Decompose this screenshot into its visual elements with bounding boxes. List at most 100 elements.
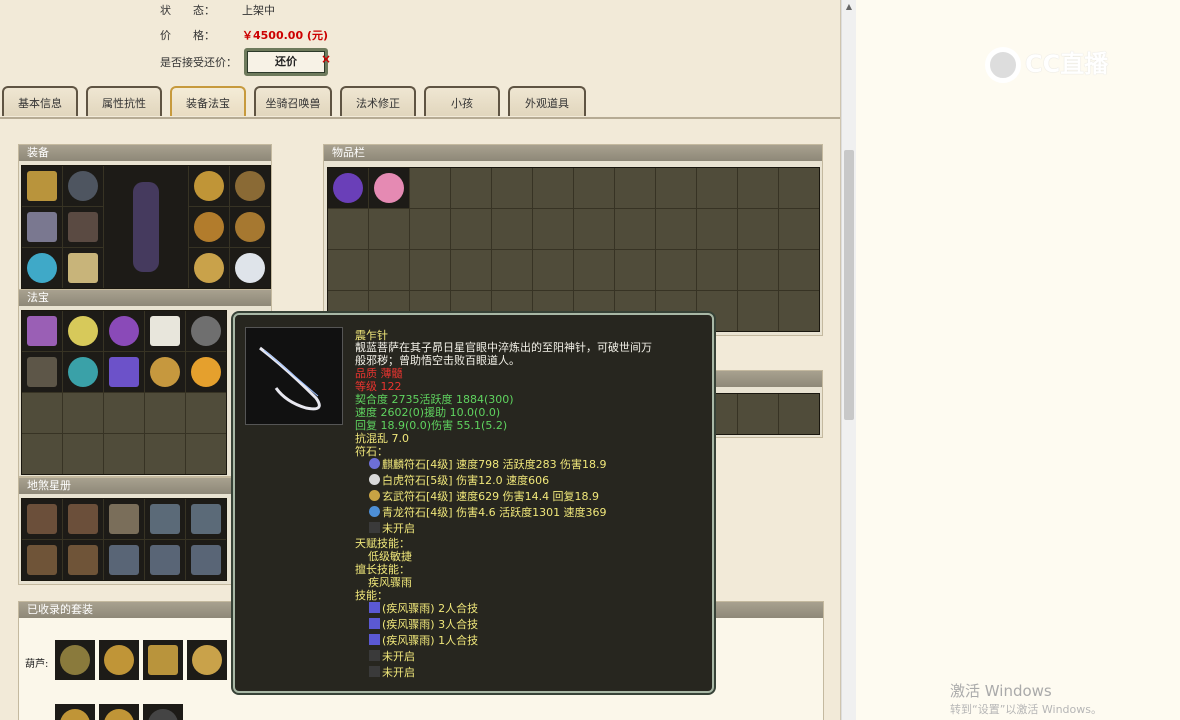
equipment-slot[interactable] xyxy=(230,207,270,247)
skill-icon xyxy=(369,634,380,645)
collection-card[interactable] xyxy=(63,499,103,539)
empty-slot xyxy=(492,250,532,290)
empty-slot xyxy=(369,250,409,290)
empty-slot xyxy=(451,250,491,290)
empty-slot xyxy=(574,209,614,249)
treasure-slot[interactable] xyxy=(186,352,226,392)
empty-slot xyxy=(328,250,368,290)
treasure-slot[interactable] xyxy=(63,352,103,392)
trade-detail-page: 状 态： 上架中 价 格： ￥4500.00 (元) 是否接受还价： 还价 × 基本… xyxy=(0,0,841,720)
empty-slot xyxy=(697,250,737,290)
suits-row-2 xyxy=(55,704,183,720)
equipment-slot[interactable] xyxy=(22,248,62,288)
empty-slot xyxy=(738,168,778,208)
collection-card[interactable] xyxy=(186,499,226,539)
tab-divider xyxy=(0,117,840,119)
empty-slot xyxy=(779,394,819,434)
locked-icon xyxy=(369,522,380,533)
equipment-slot[interactable] xyxy=(63,248,103,288)
vertical-scrollbar[interactable]: ▲ xyxy=(841,0,856,720)
empty-slot xyxy=(492,209,532,249)
equipment-slot[interactable] xyxy=(63,207,103,247)
treasure-slot[interactable] xyxy=(104,352,144,392)
equipment-slot[interactable] xyxy=(230,248,270,288)
collection-card[interactable] xyxy=(145,540,185,580)
suit-item[interactable] xyxy=(55,640,95,680)
tab-basic-info[interactable]: 基本信息 xyxy=(2,86,78,116)
collection-card[interactable] xyxy=(104,540,144,580)
suit-item[interactable] xyxy=(99,704,139,720)
counter-offer-button[interactable]: 还价 xyxy=(244,48,328,76)
suit-item[interactable] xyxy=(55,704,95,720)
empty-slot xyxy=(533,250,573,290)
empty-slot xyxy=(533,209,573,249)
counter-offer-row: 是否接受还价： xyxy=(160,54,242,70)
empty-slot xyxy=(104,434,144,474)
logo-icon xyxy=(985,47,1021,83)
collection-card[interactable] xyxy=(22,540,62,580)
empty-slot xyxy=(574,250,614,290)
empty-slot xyxy=(410,209,450,249)
treasure-slot[interactable] xyxy=(186,311,226,351)
scrollbar-thumb[interactable] xyxy=(844,150,854,420)
tab-spell-mod[interactable]: 法术修正 xyxy=(340,86,416,116)
rune-line: 青龙符石[4级] 伤害4.6 活跃度1301 速度369 xyxy=(369,504,607,520)
empty-slot xyxy=(451,168,491,208)
empty-slot xyxy=(738,394,778,434)
empty-slot xyxy=(410,168,450,208)
equipment-panel: 装备 xyxy=(18,144,272,296)
empty-slot xyxy=(410,250,450,290)
equipment-slot[interactable] xyxy=(189,166,229,206)
equipment-slot[interactable] xyxy=(189,207,229,247)
tab-child[interactable]: 小孩 xyxy=(424,86,500,116)
collection-card[interactable] xyxy=(63,540,103,580)
empty-slot xyxy=(22,393,62,433)
suit-item[interactable] xyxy=(187,640,227,680)
treasure-slot[interactable] xyxy=(145,352,185,392)
empty-slot xyxy=(328,209,368,249)
price-row: 价 格： ￥4500.00 (元) xyxy=(160,27,328,43)
tab-equipment[interactable]: 装备法宝 xyxy=(170,86,246,116)
equipment-slot[interactable] xyxy=(189,248,229,288)
empty-slot xyxy=(104,393,144,433)
empty-slot xyxy=(615,250,655,290)
tab-mounts-summons[interactable]: 坐骑召唤兽 xyxy=(254,86,332,116)
treasure-slot[interactable] xyxy=(104,311,144,351)
scroll-up-icon[interactable]: ▲ xyxy=(844,2,854,12)
empty-slot xyxy=(369,209,409,249)
empty-slot xyxy=(63,393,103,433)
empty-slot xyxy=(656,168,696,208)
suit-item[interactable] xyxy=(143,640,183,680)
empty-slot xyxy=(779,291,819,331)
treasure-slot[interactable] xyxy=(22,311,62,351)
skill-line: 未开启 xyxy=(369,648,415,664)
close-icon: × xyxy=(321,52,332,66)
collection-card[interactable] xyxy=(22,499,62,539)
status-row: 状 态： 上架中 xyxy=(160,2,275,18)
suit-item[interactable] xyxy=(99,640,139,680)
equipment-slot[interactable] xyxy=(230,166,270,206)
collection-card[interactable] xyxy=(145,499,185,539)
treasure-slot[interactable] xyxy=(63,311,103,351)
collection-card[interactable] xyxy=(186,540,226,580)
equipment-slot[interactable] xyxy=(63,166,103,206)
equipment-slot[interactable] xyxy=(22,166,62,206)
equipment-slot[interactable] xyxy=(22,207,62,247)
rune-line: 玄武符石[4级] 速度629 伤害14.4 回复18.9 xyxy=(369,488,599,504)
rune-icon xyxy=(369,506,380,517)
equipment-grid xyxy=(21,165,271,289)
empty-slot xyxy=(186,434,226,474)
collection-card[interactable] xyxy=(104,499,144,539)
empty-slot xyxy=(574,168,614,208)
inventory-slot[interactable] xyxy=(328,168,368,208)
inventory-slot[interactable] xyxy=(369,168,409,208)
tab-appearance[interactable]: 外观道具 xyxy=(508,86,586,116)
empty-slot xyxy=(779,168,819,208)
treasure-slot[interactable] xyxy=(22,352,62,392)
tab-attributes[interactable]: 属性抗性 xyxy=(86,86,162,116)
suit-item[interactable] xyxy=(143,704,183,720)
treasure-slot[interactable] xyxy=(145,311,185,351)
rune-icon xyxy=(369,458,380,469)
tab-bar: 基本信息 属性抗性 装备法宝 坐骑召唤兽 法术修正 小孩 外观道具 xyxy=(0,86,840,118)
empty-slot xyxy=(145,393,185,433)
